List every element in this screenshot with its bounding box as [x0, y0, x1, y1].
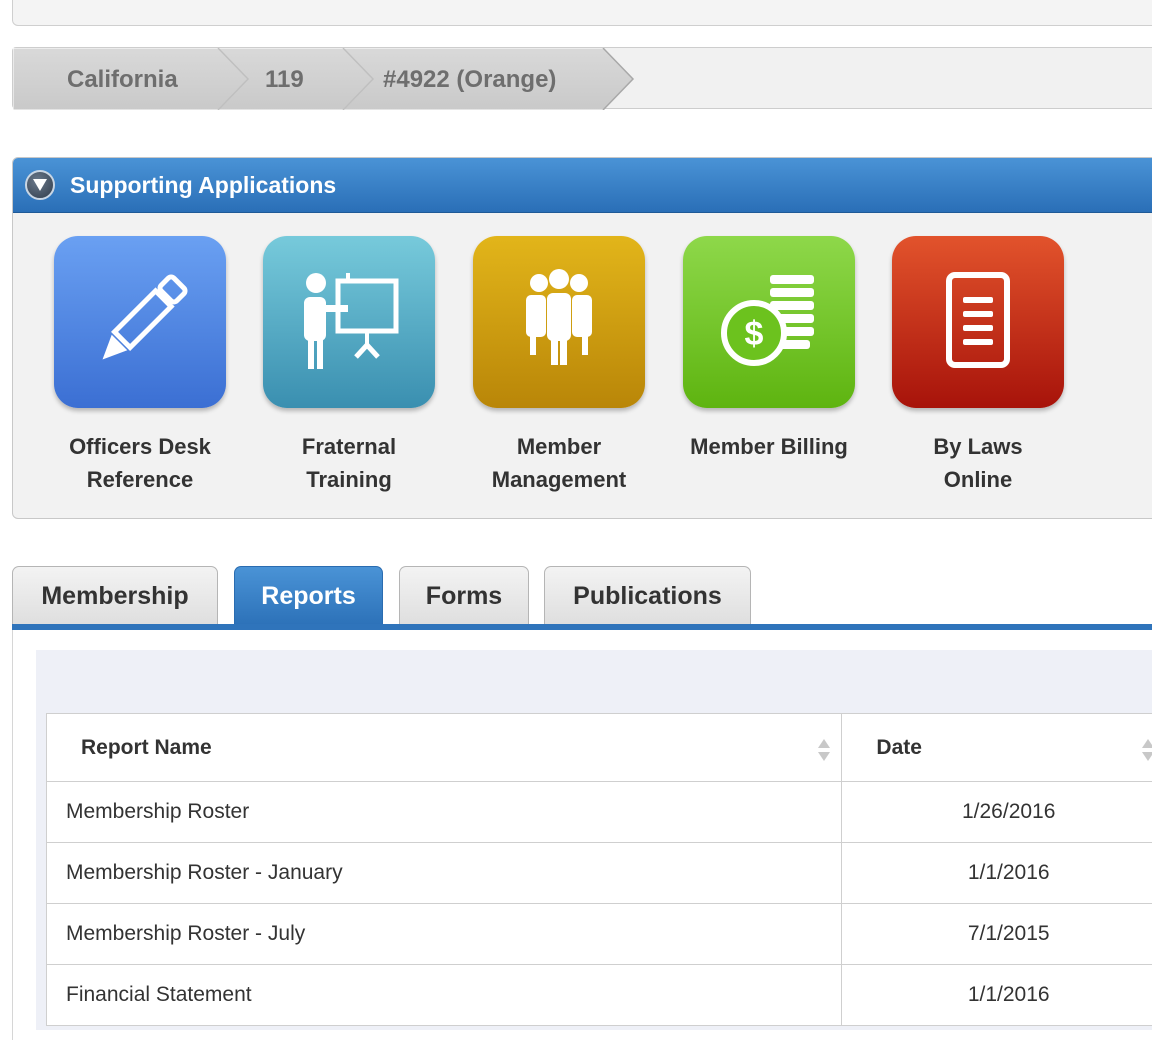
app-tile-fraternal-training[interactable]: Fraternal Training	[254, 236, 444, 496]
report-name-cell[interactable]: Financial Statement	[45, 964, 843, 1026]
sort-icon[interactable]	[817, 738, 831, 762]
table-row[interactable]: Membership Roster 1/26/2016	[45, 781, 1152, 843]
app-icon-box[interactable]	[263, 236, 435, 408]
tab-reports[interactable]: Reports	[234, 566, 383, 626]
app-label: Member Management	[491, 434, 627, 492]
app-icon-box[interactable]	[892, 236, 1064, 408]
app-label: By Laws Online	[933, 434, 1023, 492]
tab-forms[interactable]: Forms	[399, 566, 529, 626]
top-bar	[12, 0, 1152, 26]
app-tile-member-management[interactable]: Member Management	[464, 236, 654, 496]
report-name-cell[interactable]: Membership Roster - January	[45, 842, 843, 904]
app-label: Fraternal Training	[301, 434, 397, 492]
report-date-cell: 1/26/2016	[841, 781, 1152, 843]
breadcrumb-item-119[interactable]: 119	[265, 66, 304, 93]
column-header-date[interactable]: Date	[841, 713, 1152, 782]
panel-header: Supporting Applications	[13, 158, 1152, 213]
supporting-applications-panel: Supporting Applications Officers Desk Re…	[12, 157, 1152, 519]
breadcrumb-shapes: California 119 #4922 (Orange)	[13, 48, 635, 110]
sort-icon[interactable]	[1141, 738, 1152, 762]
app-tile-member-billing[interactable]: $ Member Billing	[674, 236, 864, 463]
report-date-cell: 1/1/2016	[841, 964, 1152, 1026]
report-name-cell[interactable]: Membership Roster - July	[45, 903, 843, 965]
report-name-cell[interactable]: Membership Roster	[45, 781, 843, 843]
column-header-report-name[interactable]: Report Name	[45, 713, 843, 782]
collapse-toggle-button[interactable]	[25, 170, 55, 200]
app-label: Member Billing	[690, 434, 848, 459]
document-icon	[946, 272, 1010, 368]
app-icon-box[interactable]	[473, 236, 645, 408]
table-row[interactable]: Financial Statement 1/1/2016	[45, 964, 1152, 1026]
app-icon-box[interactable]	[54, 236, 226, 408]
money-stack-icon: $	[721, 275, 814, 366]
table-row[interactable]: Membership Roster - January 1/1/2016	[45, 842, 1152, 904]
table-row[interactable]: Membership Roster - July 7/1/2015	[45, 903, 1152, 965]
table-header-row: Report Name Date	[45, 713, 1152, 782]
app-tile-by-laws-online[interactable]: By Laws Online	[883, 236, 1073, 496]
app-icon-box[interactable]: $	[683, 236, 855, 408]
report-date-cell: 7/1/2015	[841, 903, 1152, 965]
svg-text:$: $	[745, 315, 764, 353]
app-tile-officers-desk-reference[interactable]: Officers Desk Reference	[45, 236, 235, 496]
app-label: Officers Desk Reference	[69, 434, 211, 492]
group-icon	[526, 269, 592, 365]
table-toolbar	[36, 650, 1152, 716]
breadcrumb-item-california[interactable]: California	[67, 66, 178, 93]
breadcrumb-item-4922-orange[interactable]: #4922 (Orange)	[383, 66, 556, 93]
pencil-icon	[102, 274, 188, 360]
breadcrumb: California 119 #4922 (Orange)	[12, 47, 1152, 110]
tab-publications[interactable]: Publications	[544, 566, 751, 626]
presentation-icon	[304, 273, 399, 369]
report-date-cell: 1/1/2016	[841, 842, 1152, 904]
tab-membership[interactable]: Membership	[12, 566, 218, 626]
reports-table: Report Name Date Membership Roster 1/26/…	[45, 713, 1152, 1026]
triangle-down-icon	[33, 179, 47, 191]
panel-title: Supporting Applications	[70, 171, 337, 198]
